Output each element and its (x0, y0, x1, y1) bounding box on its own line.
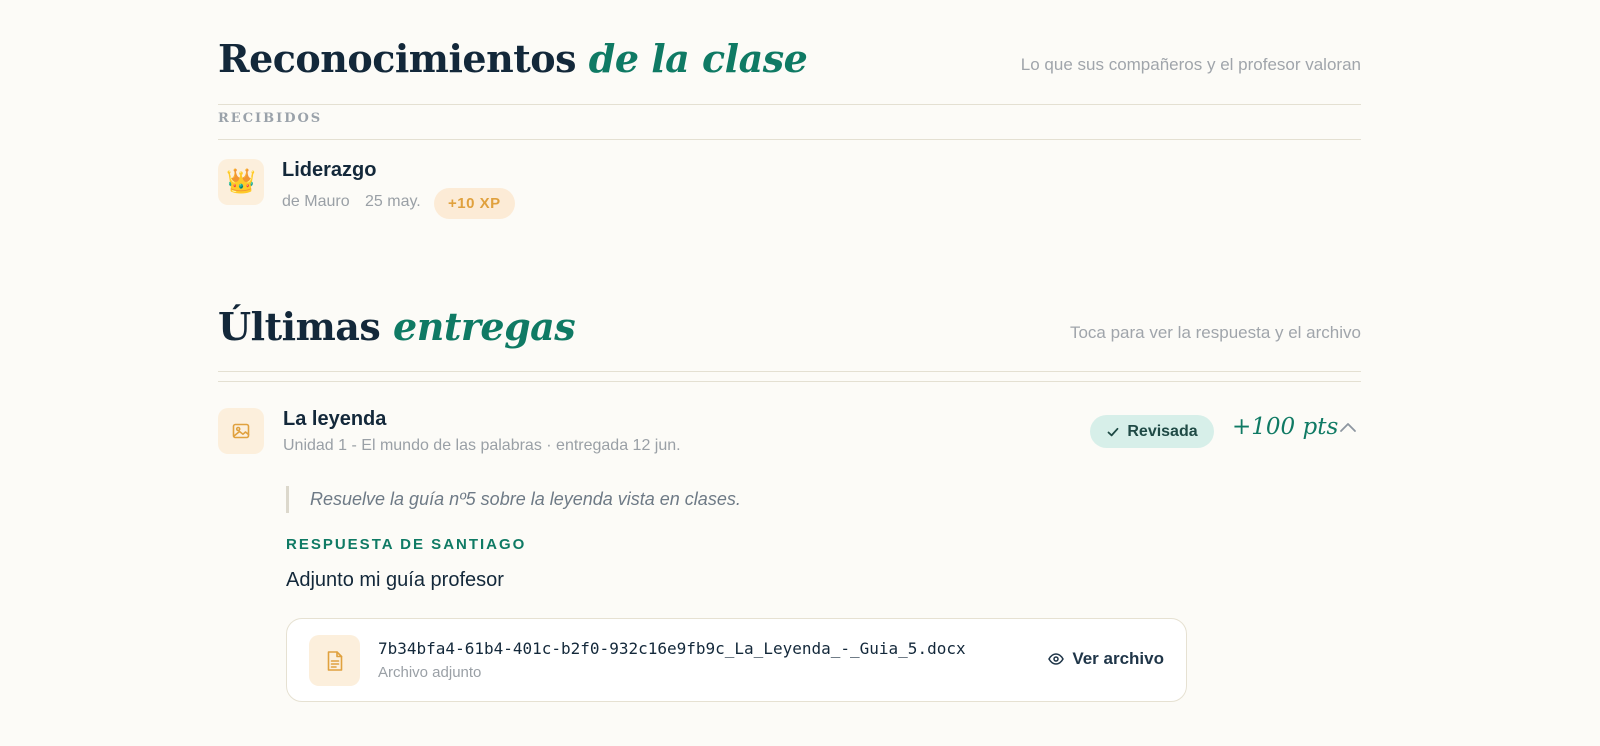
status-label: Revisada (1127, 422, 1198, 440)
submissions-title: Últimas entregas (218, 304, 576, 349)
recognition-title: Liderazgo (282, 159, 377, 181)
submissions-title-main: Últimas (218, 304, 381, 349)
received-kicker: RECIBIDOS (218, 111, 323, 126)
chevron-up-icon[interactable] (1338, 420, 1358, 439)
assignment-prompt: Resuelve la guía nº5 sobre la leyenda vi… (286, 486, 741, 513)
divider (218, 104, 1361, 105)
image-icon (218, 408, 264, 454)
file-caption: Archivo adjunto (378, 664, 482, 681)
file-name: 7b34bfa4-61b4-401c-b2f0-932c16e9fb9c_La_… (378, 639, 966, 658)
response-label: RESPUESTA DE SANTIAGO (286, 536, 527, 553)
view-file-button[interactable]: Ver archivo (1048, 649, 1164, 669)
points-value: +100 pts (1232, 414, 1339, 440)
recognitions-title: Reconocimientos de la clase (218, 36, 808, 81)
page: Reconocimientos de la clase Lo que sus c… (0, 0, 1600, 746)
recognition-from: de Mauro (282, 193, 350, 210)
status-badge: Revisada (1090, 415, 1214, 448)
submissions-title-accent: entregas (393, 304, 576, 349)
recognition-date: 25 may. (365, 193, 421, 210)
attachment-card: 7b34bfa4-61b4-401c-b2f0-932c16e9fb9c_La_… (286, 618, 1187, 702)
divider (218, 381, 1361, 382)
crown-emoji: 👑 (226, 168, 256, 195)
divider (218, 371, 1361, 372)
recognitions-title-accent: de la clase (588, 36, 808, 81)
document-icon (309, 635, 360, 686)
submission-meta: Unidad 1 - El mundo de las palabras · en… (283, 437, 681, 454)
eye-icon (1048, 653, 1065, 665)
recognitions-subtitle: Lo que sus compañeros y el profesor valo… (1020, 55, 1361, 74)
submission-title: La leyenda (283, 408, 387, 430)
recognitions-title-main: Reconocimientos (218, 36, 577, 81)
xp-badge: +10 XP (434, 188, 515, 219)
crown-icon: 👑 (218, 159, 264, 205)
view-file-label: Ver archivo (1072, 649, 1164, 668)
divider (218, 139, 1361, 140)
check-icon (1107, 427, 1119, 436)
response-text: Adjunto mi guía profesor (286, 569, 504, 591)
submissions-subtitle: Toca para ver la respuesta y el archivo (1069, 323, 1361, 342)
